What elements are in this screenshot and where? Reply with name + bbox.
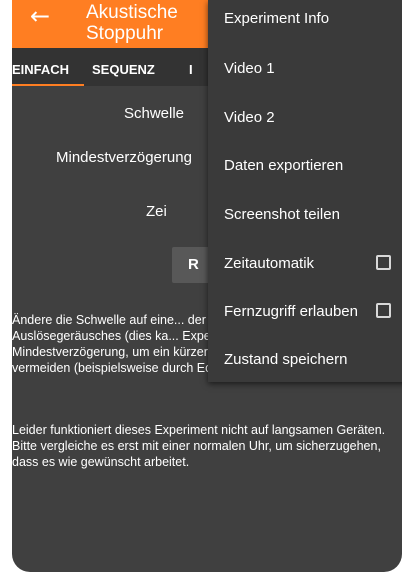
overflow-menu: Experiment Info Video 1 Video 2 Daten ex… xyxy=(208,0,402,382)
tab-einfach[interactable]: EINFACH xyxy=(12,62,69,77)
tab-sequenz[interactable]: SEQUENZ xyxy=(92,62,155,77)
menu-item-video-2[interactable]: Video 2 xyxy=(224,109,275,126)
app-screen: ← Akustische Stoppuhr EINFACH SEQUENZ I … xyxy=(12,0,402,572)
menu-item-save-state[interactable]: Zustand speichern xyxy=(224,351,347,368)
zeitautomatik-checkbox[interactable] xyxy=(376,255,391,270)
remote-access-checkbox[interactable] xyxy=(376,303,391,318)
time-label: Zei xyxy=(146,203,167,220)
menu-item-remote-access[interactable]: Fernzugriff erlauben xyxy=(224,303,358,320)
menu-item-experiment-info[interactable]: Experiment Info xyxy=(224,10,329,27)
menu-item-export-data[interactable]: Daten exportieren xyxy=(224,157,343,174)
threshold-label: Schwelle xyxy=(124,105,185,122)
active-tab-indicator xyxy=(12,84,84,86)
menu-item-share-screenshot[interactable]: Screenshot teilen xyxy=(224,206,340,223)
menu-item-video-1[interactable]: Video 1 xyxy=(224,60,275,77)
arrow-left-icon[interactable]: ← xyxy=(30,4,50,28)
min-delay-label: Mindestverzögerung xyxy=(56,149,192,166)
tab-third[interactable]: I xyxy=(189,62,193,77)
menu-item-zeitautomatik[interactable]: Zeitautomatik xyxy=(224,255,314,272)
warning-paragraph: Leider funktioniert dieses Experiment ni… xyxy=(12,423,386,469)
app-title: Akustische Stoppuhr xyxy=(86,2,178,44)
